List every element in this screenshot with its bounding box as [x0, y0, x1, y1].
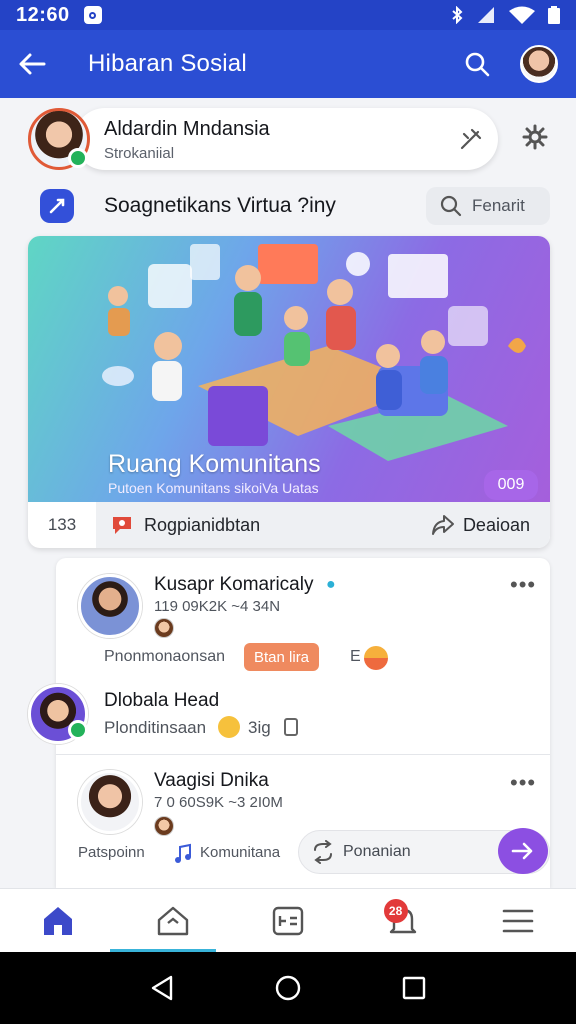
- nav-menu[interactable]: [461, 889, 576, 952]
- section-title: Soagnetikans Virtua ?iny: [104, 194, 336, 217]
- hero-subtitle: Putoen Komunitans sikoiVa Uatas: [108, 480, 319, 496]
- notification-badge: 28: [383, 899, 408, 923]
- status-icons: [450, 6, 560, 24]
- nav-notifications[interactable]: 28: [346, 889, 461, 952]
- status-time: 12:60: [16, 3, 70, 26]
- search-icon[interactable]: [464, 51, 490, 77]
- chat-icon: [113, 517, 131, 534]
- system-nav-bar: [0, 952, 576, 1024]
- home-circle-icon[interactable]: [274, 974, 302, 1002]
- repost-icon: [314, 840, 332, 864]
- post-tag-button[interactable]: Btan lira: [244, 643, 320, 671]
- community-icon: [157, 906, 188, 935]
- community-illustration: Ruang Komunitans Putoen Komunitans sikoi…: [28, 236, 550, 502]
- online-status-icon: [68, 720, 88, 740]
- search-button[interactable]: Fenarit: [426, 187, 550, 225]
- post-tag-label: Btan lira: [254, 648, 310, 666]
- edit-icon[interactable]: [458, 126, 484, 152]
- back-icon[interactable]: [150, 975, 174, 1001]
- post-author[interactable]: Dlobala Head: [104, 690, 219, 712]
- arrow-right-icon: [511, 842, 533, 860]
- share-label: Deaioan: [462, 514, 530, 535]
- back-arrow-icon[interactable]: [18, 52, 46, 76]
- hero-number: 133: [47, 515, 77, 534]
- profile-subtitle: Strokaniial: [104, 145, 175, 162]
- status-bar: 12:60: [0, 0, 576, 30]
- divider: [56, 754, 550, 755]
- post-community[interactable]: Komunitana: [200, 844, 280, 861]
- share-icon: [431, 515, 454, 535]
- nav-community[interactable]: [115, 889, 230, 952]
- verified-icon: ●: [326, 576, 336, 593]
- recents-icon[interactable]: [402, 976, 426, 1000]
- share-button[interactable]: Deaioan: [431, 514, 530, 536]
- post-extra: E: [350, 648, 361, 665]
- notification-icon: [83, 6, 102, 24]
- post-hint: Pnonmonaonsan: [104, 648, 225, 665]
- lock-icon: [284, 718, 298, 736]
- hero-action-bar: Rogpianidbtan Deaioan: [96, 502, 550, 548]
- hero-card[interactable]: Ruang Komunitans Putoen Komunitans sikoi…: [28, 236, 550, 548]
- post-meta: 119 09K2K ~4 34N: [154, 598, 281, 615]
- more-options-icon[interactable]: •••: [510, 572, 536, 598]
- home-icon: [43, 906, 72, 935]
- post-avatar[interactable]: [78, 770, 142, 834]
- online-status-icon: [68, 148, 88, 168]
- app-bar: Hibaran Sosial: [0, 30, 576, 98]
- app-title: Hibaran Sosial: [88, 50, 247, 77]
- search-icon: [440, 195, 462, 217]
- sunset-icon: [364, 646, 388, 670]
- nav-home[interactable]: [0, 889, 115, 952]
- music-note-icon: [175, 843, 191, 863]
- bluetooth-icon: [452, 6, 463, 24]
- send-button[interactable]: [498, 828, 548, 874]
- battery-icon: [548, 6, 560, 24]
- section-header: Soagnetikans Virtua ?iny Fenarit: [40, 186, 550, 226]
- post-meta: Plonditinsaan: [104, 718, 207, 737]
- reply-placeholder: Ponanian: [343, 843, 411, 860]
- search-label: Fenarit: [472, 196, 525, 215]
- post-hint: Patspoinn: [78, 844, 145, 861]
- signal-icon: [478, 7, 494, 23]
- hero-footer: 133 Rogpianidbtan Deaioan: [28, 502, 550, 548]
- user-avatar[interactable]: [520, 45, 558, 83]
- post-icon: [272, 906, 304, 935]
- profile-card[interactable]: Aldardin Mndansia Strokaniial: [74, 108, 498, 170]
- post-extra: 3ig: [248, 718, 271, 737]
- post-avatar[interactable]: [78, 574, 142, 638]
- hero-action-label[interactable]: Rogpianidbtan: [144, 515, 260, 536]
- hero-count-badge: 009: [484, 470, 538, 500]
- emoji-icon: [218, 716, 240, 738]
- more-options-icon[interactable]: •••: [510, 770, 536, 796]
- post-author[interactable]: Vaagisi Dnika: [154, 770, 269, 792]
- post-meta: 7 0 60S9K ~3 2I0M: [154, 794, 283, 811]
- gear-icon[interactable]: [522, 124, 548, 150]
- hero-title: Ruang Komunitans: [108, 450, 321, 478]
- bottom-nav: 28: [0, 888, 576, 952]
- menu-icon: [503, 909, 534, 932]
- wifi-icon: [509, 6, 535, 24]
- nav-posts[interactable]: [230, 889, 345, 952]
- profile-name: Aldardin Mndansia: [104, 118, 270, 140]
- mini-avatar: [154, 816, 174, 836]
- post-author[interactable]: Kusapr Komaricaly: [154, 574, 313, 596]
- profile-row: Aldardin Mndansia Strokaniial: [28, 108, 548, 172]
- mini-avatar: [154, 618, 174, 638]
- virtual-room-icon: [40, 189, 74, 223]
